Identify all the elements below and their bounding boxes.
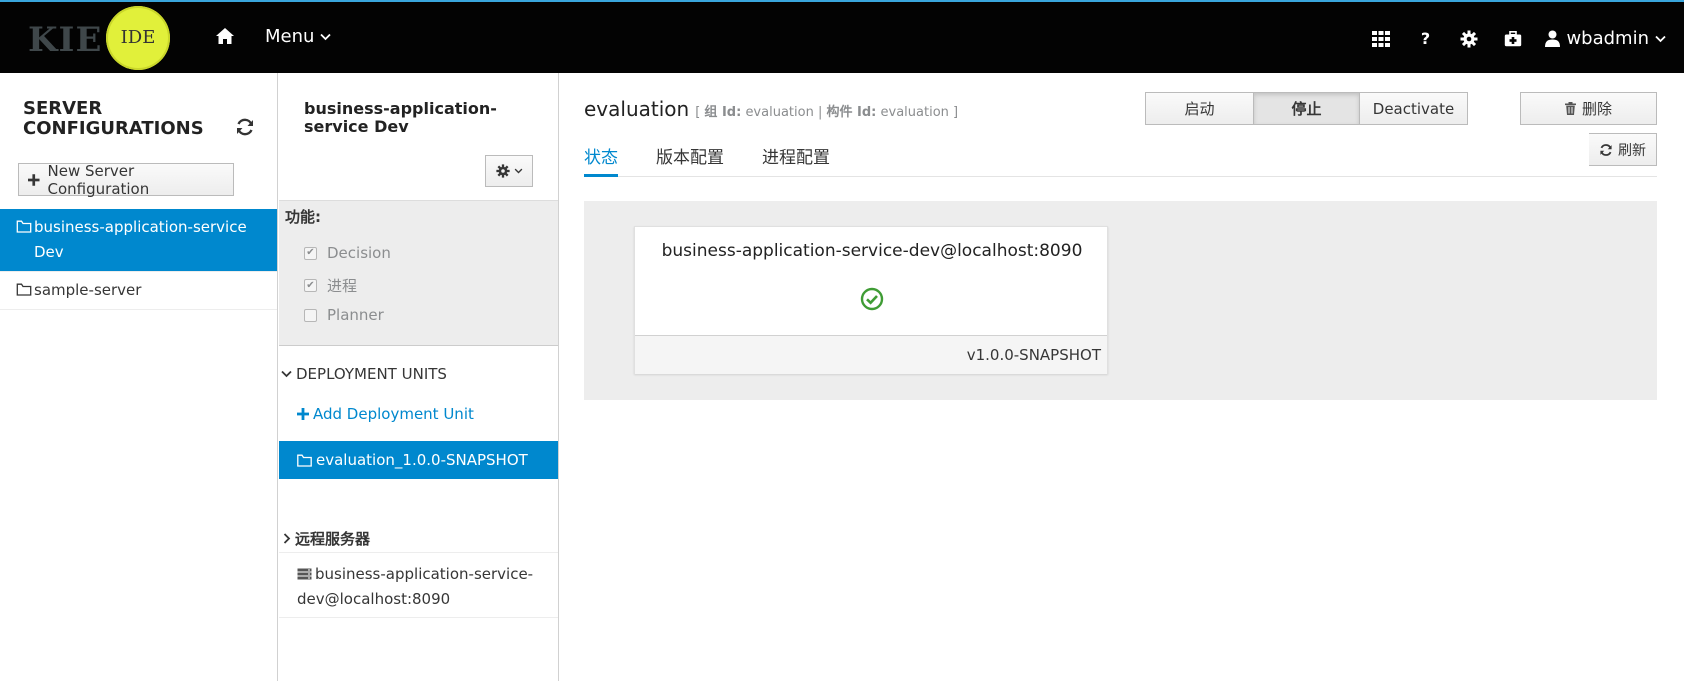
divider xyxy=(279,552,558,553)
feature-checkbox[interactable] xyxy=(304,308,317,322)
medkit-icon[interactable] xyxy=(1491,19,1535,59)
new-server-config-button[interactable]: New Server Configuration xyxy=(18,161,234,198)
deployment-unit-item[interactable]: evaluation_1.0.0-SNAPSHOT xyxy=(279,441,558,479)
feature-decision: ✔ Decision xyxy=(304,244,391,262)
container-tabs: 状态 版本配置 进程配置 xyxy=(584,137,1657,177)
server-config-item-sample-server[interactable]: sample-server xyxy=(0,272,277,310)
feature-planner: Planner xyxy=(304,306,384,324)
remote-server-label: business-application-service-dev@localho… xyxy=(297,565,534,608)
start-button[interactable]: 启动 xyxy=(1145,92,1254,125)
deployment-unit-label: evaluation_1.0.0-SNAPSHOT xyxy=(316,451,528,469)
new-server-config-label: New Server Configuration xyxy=(47,161,150,198)
folder-icon xyxy=(16,220,32,233)
server-config-sidebar: SERVER CONFIGURATIONS New Server Configu… xyxy=(0,73,278,681)
feature-process: ✔ 进程 xyxy=(304,275,357,296)
gear-icon[interactable] xyxy=(1447,19,1491,59)
logo-kie-text: KIE xyxy=(28,20,103,60)
features-panel: 功能: ✔ Decision ✔ 进程 Planner xyxy=(279,200,558,346)
feature-label: Planner xyxy=(327,306,384,324)
deployment-units-toggle[interactable]: DEPLOYMENT UNITS xyxy=(281,365,447,383)
chevron-down-icon xyxy=(1655,35,1666,42)
chevron-down-icon xyxy=(514,168,522,174)
status-content: business-application-service-dev@localho… xyxy=(584,201,1657,400)
divider xyxy=(279,617,558,618)
container-ids: [ 组 Id: evaluation | 构件 Id: evaluation ] xyxy=(695,101,958,120)
meta-bracket-close: ] xyxy=(953,105,959,120)
group-id-label: 组 Id: xyxy=(704,105,742,120)
chevron-down-icon xyxy=(281,370,292,378)
server-config-item-label: sample-server xyxy=(34,281,142,299)
check-circle-icon xyxy=(860,287,884,311)
deactivate-button[interactable]: Deactivate xyxy=(1360,92,1468,125)
server-config-title: SERVER CONFIGURATIONS xyxy=(23,98,204,139)
server-config-item-label: business-application-service Dev xyxy=(34,218,247,261)
tab-process-config[interactable]: 进程配置 xyxy=(762,137,830,177)
help-icon[interactable]: ? xyxy=(1403,19,1447,59)
plus-icon xyxy=(297,408,309,420)
remote-servers-label: 远程服务器 xyxy=(295,530,371,548)
add-deployment-unit-label: Add Deployment Unit xyxy=(313,405,474,423)
group-id-value: evaluation xyxy=(745,105,814,120)
meta-bracket-open: [ xyxy=(695,105,701,120)
stop-button[interactable]: 停止 xyxy=(1254,92,1360,125)
top-navbar: KIE IDE Menu ? wbadmin xyxy=(0,0,1684,73)
user-icon xyxy=(1545,30,1561,47)
menu-label: Menu xyxy=(265,26,315,47)
server-icon xyxy=(297,568,312,580)
container-name: evaluation xyxy=(584,97,690,121)
remote-servers-toggle[interactable]: 远程服务器 xyxy=(283,528,370,549)
delete-label: 删除 xyxy=(1581,100,1612,118)
features-label: 功能: xyxy=(285,208,321,226)
server-version: v1.0.0-SNAPSHOT xyxy=(635,335,1107,374)
add-deployment-unit-link[interactable]: Add Deployment Unit xyxy=(297,405,474,423)
artifact-id-label: 构件 Id: xyxy=(826,105,877,120)
apps-grid-icon[interactable] xyxy=(1359,19,1403,59)
feature-checkbox[interactable]: ✔ xyxy=(304,279,317,292)
navbar-right-tools: ? wbadmin xyxy=(1359,2,1666,75)
gear-icon xyxy=(495,164,510,178)
artifact-id-value: evaluation xyxy=(880,105,949,120)
chevron-right-icon xyxy=(283,533,291,544)
server-status-name: business-application-service-dev@localho… xyxy=(661,241,1083,261)
container-action-group: 启动 停止 Deactivate xyxy=(1145,92,1468,125)
user-name: wbadmin xyxy=(1566,28,1649,49)
home-icon[interactable] xyxy=(215,26,235,46)
tab-version-config[interactable]: 版本配置 xyxy=(656,137,724,177)
meta-separator: | xyxy=(817,105,823,120)
tab-status[interactable]: 状态 xyxy=(584,137,618,177)
chevron-down-icon xyxy=(320,33,332,40)
folder-icon xyxy=(16,283,32,296)
trash-icon xyxy=(1564,102,1576,115)
server-detail-panel: business-application-service Dev 功能: ✔ D… xyxy=(279,73,559,681)
feature-label: Decision xyxy=(327,244,391,262)
user-dropdown[interactable]: wbadmin xyxy=(1545,28,1666,49)
menu-dropdown[interactable]: Menu xyxy=(265,26,332,47)
server-settings-dropdown[interactable] xyxy=(485,155,533,187)
feature-checkbox[interactable]: ✔ xyxy=(304,246,317,260)
server-status-card: business-application-service-dev@localho… xyxy=(634,226,1108,374)
remote-server-item[interactable]: business-application-service-dev@localho… xyxy=(297,562,542,612)
server-config-item-business-application-service[interactable]: business-application-service Dev xyxy=(0,209,277,272)
server-config-list: business-application-service Dev sample-… xyxy=(0,209,277,310)
deployment-units-label: DEPLOYMENT UNITS xyxy=(296,365,447,383)
feature-label: 进程 xyxy=(327,277,358,295)
logo-ide-badge: IDE xyxy=(106,6,170,70)
container-title: evaluation [ 组 Id: evaluation | 构件 Id: e… xyxy=(584,97,958,121)
plus-icon xyxy=(28,173,40,186)
refresh-icon[interactable] xyxy=(235,117,255,137)
delete-button[interactable]: 删除 xyxy=(1520,92,1657,125)
container-detail-main: evaluation [ 组 Id: evaluation | 构件 Id: e… xyxy=(560,73,1684,681)
server-title: business-application-service Dev xyxy=(304,99,497,136)
folder-icon xyxy=(297,454,312,467)
